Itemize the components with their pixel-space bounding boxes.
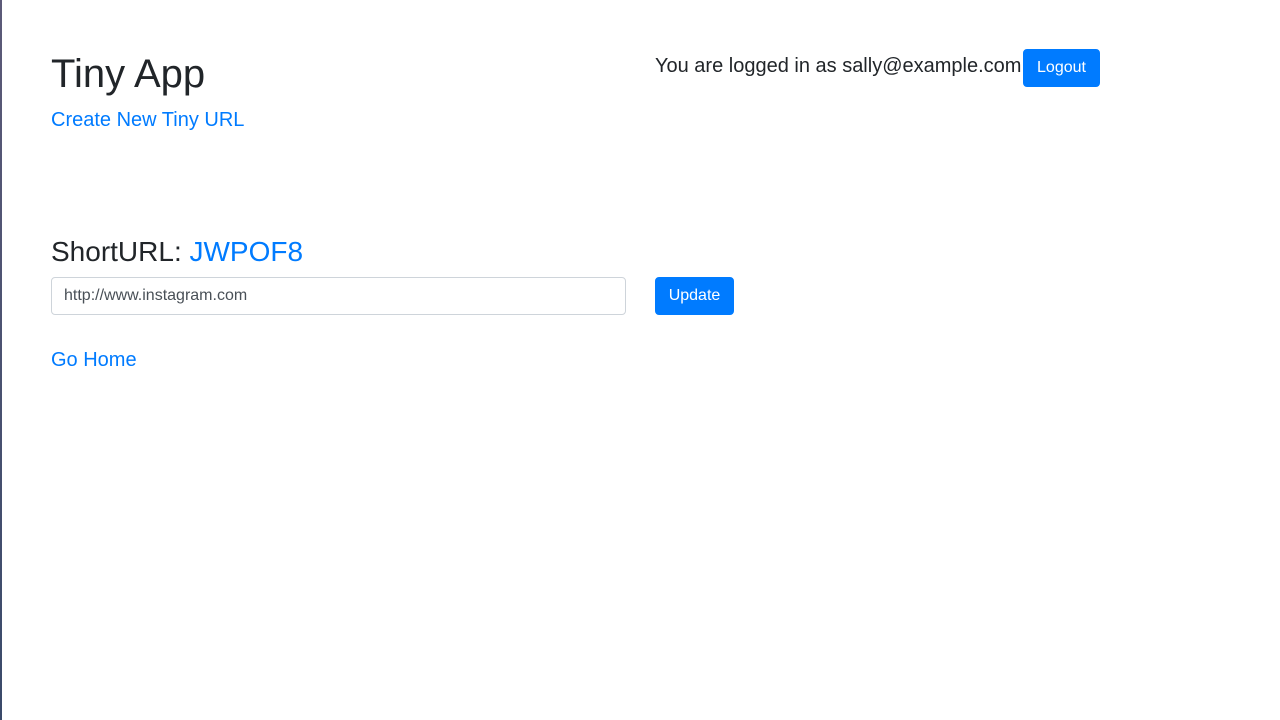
update-button[interactable]: Update: [655, 277, 734, 315]
short-url-code-link[interactable]: JWPOF8: [190, 236, 304, 267]
go-home-link[interactable]: Go Home: [51, 348, 137, 372]
window-left-edge: [0, 0, 2, 720]
logout-button[interactable]: Logout: [1023, 49, 1100, 87]
short-url-label: ShortURL:: [51, 236, 182, 267]
login-status-text: You are logged in as sally@example.com: [655, 55, 1022, 77]
short-url-heading: ShortURL: JWPOF8: [51, 234, 303, 270]
create-new-url-link[interactable]: Create New Tiny URL: [51, 108, 244, 132]
app-title: Tiny App: [51, 52, 206, 96]
long-url-input[interactable]: [51, 277, 626, 315]
